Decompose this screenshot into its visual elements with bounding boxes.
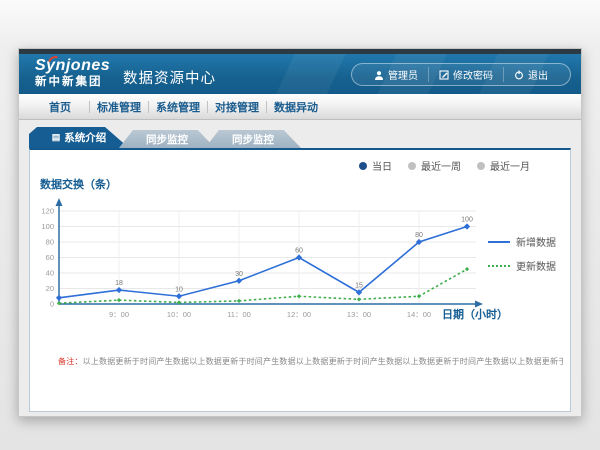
range-label: 当日 bbox=[372, 158, 392, 173]
main-nav: 首页 标准管理 系统管理 对接管理 数据异动 bbox=[19, 94, 581, 120]
svg-text:9：00: 9：00 bbox=[109, 310, 129, 319]
legend-item-new-data[interactable]: 新增数据 bbox=[488, 234, 556, 249]
note-prefix: 备注： bbox=[58, 357, 83, 366]
tab-system-intro[interactable]: ▤ 系统介绍 bbox=[29, 127, 129, 148]
y-axis-title: 数据交换（条） bbox=[40, 176, 117, 192]
current-user-button[interactable]: 管理员 bbox=[364, 67, 428, 82]
time-range-options: 当日 最近一周 最近一月 bbox=[359, 158, 530, 173]
chart-legend: 新增数据 更新数据 bbox=[488, 234, 556, 273]
content-panel: 当日 最近一周 最近一月 数据交换（条） 0 20 40 60 80 100 120 9：00… bbox=[29, 148, 571, 412]
legend-item-update-data[interactable]: 更新数据 bbox=[488, 258, 556, 273]
svg-text:40: 40 bbox=[46, 269, 54, 278]
logo-wordmark: Synjones bbox=[35, 58, 110, 74]
svg-text:12：00: 12：00 bbox=[287, 310, 311, 319]
range-label: 最近一周 bbox=[421, 158, 461, 173]
svg-text:13：00: 13：00 bbox=[347, 310, 371, 319]
power-icon bbox=[514, 70, 524, 80]
dotted-line-icon bbox=[488, 265, 510, 267]
svg-text:18: 18 bbox=[115, 280, 123, 287]
app-title: 数据资源中心 bbox=[123, 67, 216, 88]
svg-text:0: 0 bbox=[50, 300, 54, 309]
line-chart: 0 20 40 60 80 100 120 9：00 10：00 11：00 12：00 13：00 1… bbox=[30, 196, 500, 336]
svg-text:20: 20 bbox=[46, 284, 54, 293]
change-password-button[interactable]: 修改密码 bbox=[428, 67, 503, 82]
svg-text:60: 60 bbox=[46, 253, 54, 262]
tab-label: 同步监控 bbox=[146, 132, 188, 147]
nav-item-system-mgmt[interactable]: 系统管理 bbox=[149, 99, 207, 115]
user-label: 管理员 bbox=[388, 67, 418, 82]
tab-sync-monitor-2[interactable]: 同步监控 bbox=[205, 130, 301, 148]
svg-text:60: 60 bbox=[295, 248, 303, 255]
radio-dot-icon bbox=[477, 162, 485, 170]
logout-label: 退出 bbox=[528, 67, 548, 82]
svg-text:80: 80 bbox=[415, 232, 423, 239]
svg-text:30: 30 bbox=[235, 271, 243, 278]
note-text: 以上数据更新于时间产生数据以上数据更新于时间产生数据以上数据更新于时间产生数据以… bbox=[83, 357, 563, 366]
tab-label: 系统介绍 bbox=[64, 130, 106, 145]
solid-line-icon bbox=[488, 241, 510, 243]
tab-label: 同步监控 bbox=[232, 132, 274, 147]
svg-text:100: 100 bbox=[41, 222, 54, 231]
brand-logo: Synjones 新中新集团 bbox=[35, 58, 110, 89]
app-window: Synjones 新中新集团 数据资源中心 管理员 bbox=[18, 48, 582, 417]
svg-text:15: 15 bbox=[355, 282, 363, 289]
svg-text:120: 120 bbox=[41, 207, 54, 216]
svg-text:14：00: 14：00 bbox=[407, 310, 431, 319]
range-option-last-month[interactable]: 最近一月 bbox=[477, 158, 530, 173]
svg-text:80: 80 bbox=[46, 238, 54, 247]
radio-dot-icon bbox=[359, 162, 367, 170]
legend-label: 更新数据 bbox=[516, 258, 556, 273]
range-label: 最近一月 bbox=[490, 158, 530, 173]
user-bar: 管理员 修改密码 退出 bbox=[351, 63, 571, 86]
nav-item-data-change[interactable]: 数据异动 bbox=[267, 99, 325, 115]
legend-label: 新增数据 bbox=[516, 234, 556, 249]
edit-icon bbox=[439, 70, 449, 80]
nav-item-home[interactable]: 首页 bbox=[31, 99, 89, 115]
desktop-background: Synjones 新中新集团 数据资源中心 管理员 bbox=[0, 0, 600, 450]
change-password-label: 修改密码 bbox=[453, 67, 493, 82]
range-option-today[interactable]: 当日 bbox=[359, 158, 392, 173]
radio-dot-icon bbox=[408, 162, 416, 170]
logo-company-name: 新中新集团 bbox=[35, 77, 110, 89]
document-icon: ▤ bbox=[52, 133, 61, 142]
tab-sync-monitor-1[interactable]: 同步监控 bbox=[119, 130, 215, 148]
svg-text:10：00: 10：00 bbox=[167, 310, 191, 319]
user-icon bbox=[374, 70, 384, 80]
logout-button[interactable]: 退出 bbox=[503, 67, 558, 82]
nav-item-standard-mgmt[interactable]: 标准管理 bbox=[90, 99, 148, 115]
nav-item-interface-mgmt[interactable]: 对接管理 bbox=[208, 99, 266, 115]
range-option-last-week[interactable]: 最近一周 bbox=[408, 158, 461, 173]
svg-text:10: 10 bbox=[175, 286, 183, 293]
app-header: Synjones 新中新集团 数据资源中心 管理员 bbox=[19, 54, 581, 94]
svg-text:11：00: 11：00 bbox=[227, 310, 251, 319]
tab-bar: ▤ 系统介绍 同步监控 同步监控 bbox=[29, 127, 301, 148]
svg-text:100: 100 bbox=[461, 217, 473, 224]
footer-note: 备注：以上数据更新于时间产生数据以上数据更新于时间产生数据以上数据更新于时间产生… bbox=[58, 356, 563, 367]
x-axis-title: 日期（小时） bbox=[442, 306, 508, 322]
